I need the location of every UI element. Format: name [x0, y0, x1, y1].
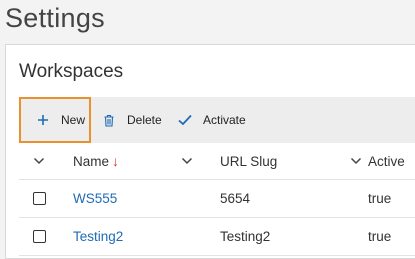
table-header: Name ↓ URL Slug Active — [19, 143, 415, 180]
column-header-name-label: Name — [73, 153, 110, 169]
activate-button-label: Activate — [203, 113, 246, 127]
select-all-chevron-icon[interactable] — [33, 143, 45, 179]
workspace-url-slug: 5654 — [220, 191, 251, 206]
workspace-name-link[interactable]: Testing2 — [73, 229, 123, 244]
plus-icon — [35, 112, 51, 128]
row-checkbox[interactable] — [33, 180, 46, 217]
table-row[interactable]: WS555 5654 true — [19, 180, 415, 218]
checkmark-icon — [177, 112, 193, 128]
column-header-name[interactable]: Name ↓ — [73, 143, 119, 179]
workspace-name-link[interactable]: WS555 — [73, 191, 117, 206]
delete-button[interactable]: Delete — [101, 97, 162, 143]
trash-icon — [101, 112, 117, 128]
column-header-active[interactable]: Active — [368, 143, 405, 179]
url-slug-column-menu-chevron-icon[interactable] — [350, 143, 362, 179]
activate-button[interactable]: Activate — [177, 97, 246, 143]
new-button-label: New — [61, 113, 86, 127]
name-column-menu-chevron-icon[interactable] — [181, 143, 193, 179]
workspace-active-value: true — [368, 229, 392, 244]
section-title: Workspaces — [19, 61, 124, 82]
column-header-url-slug[interactable]: URL Slug — [220, 143, 277, 179]
checkbox[interactable] — [33, 192, 46, 205]
workspace-active-value: true — [368, 191, 392, 206]
workspaces-table: Name ↓ URL Slug Active WS555 5654 true T… — [19, 143, 415, 256]
column-header-active-label: Active — [368, 153, 405, 169]
table-row[interactable]: Testing2 Testing2 true — [19, 218, 415, 256]
new-button[interactable]: New — [19, 97, 91, 143]
workspaces-panel: Workspaces New Delete Activate Name ↓ UR… — [5, 44, 415, 259]
arrow-down-icon: ↓ — [112, 153, 120, 169]
row-checkbox[interactable] — [33, 218, 46, 255]
page-title: Settings — [5, 3, 105, 33]
toolbar: New Delete Activate — [19, 97, 415, 143]
workspace-url-slug: Testing2 — [220, 229, 271, 244]
delete-button-label: Delete — [127, 113, 162, 127]
column-header-url-slug-label: URL Slug — [220, 153, 278, 169]
checkbox[interactable] — [33, 230, 46, 243]
